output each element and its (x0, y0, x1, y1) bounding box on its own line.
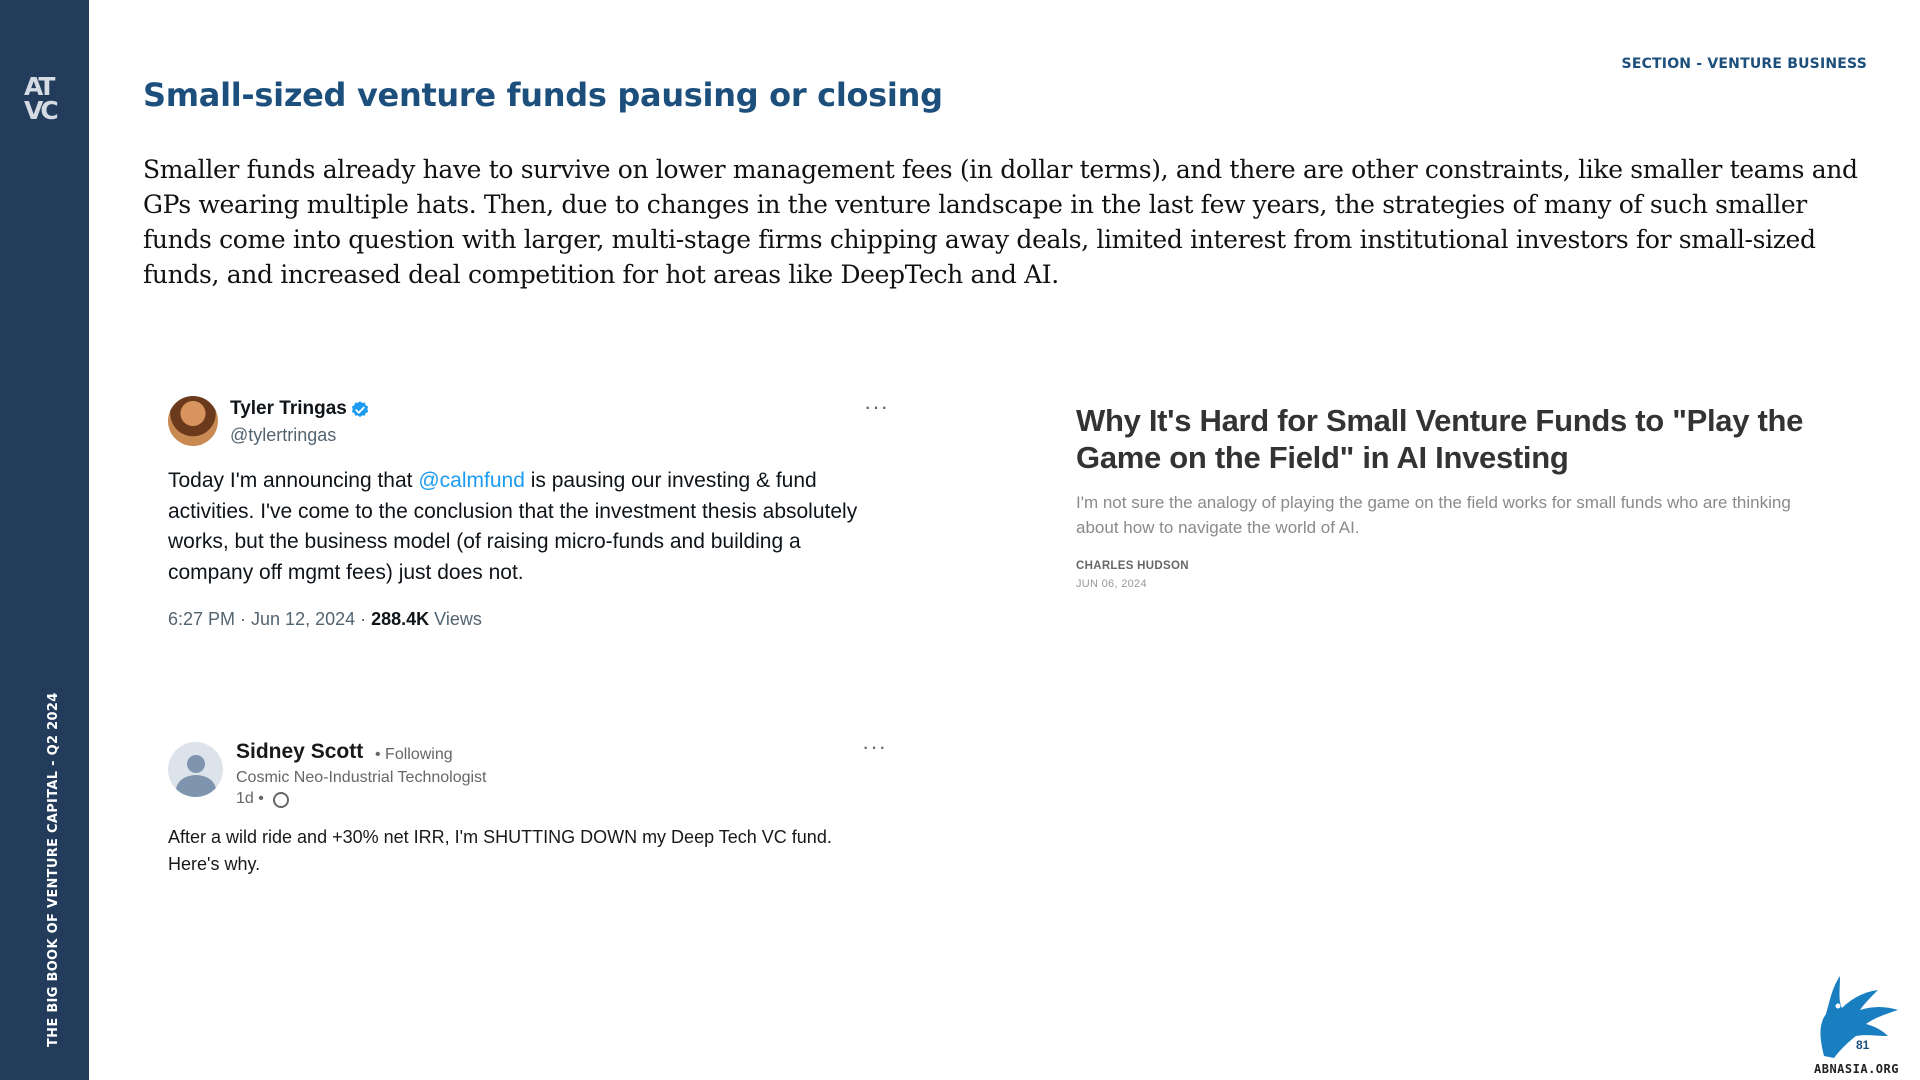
tweet-mention-link[interactable]: @calmfund (418, 469, 525, 492)
tweet-text-before: Today I'm announcing that (168, 469, 419, 492)
article-card: Why It's Hard for Small Venture Funds to… (1076, 402, 1816, 590)
more-options-icon[interactable]: ··· (862, 734, 887, 760)
watermark-text: ABNASIA.ORG (1814, 1062, 1899, 1076)
logo-text-bottom: VC (24, 96, 59, 125)
tweet-timestamp[interactable]: 6:27 PM · Jun 12, 2024 · (168, 609, 371, 629)
post-author-headline: Cosmic Neo-Industrial Technologist (236, 769, 487, 786)
section-label: SECTION - VENTURE BUSINESS (1621, 56, 1867, 72)
linkedin-post-card: Sidney Scott • Following Cosmic Neo-Indu… (168, 734, 898, 886)
post-time: 1d • (236, 790, 264, 807)
tweet-views-count: 288.4K (371, 609, 430, 629)
tweet-views-label: Views (429, 609, 482, 629)
avatar[interactable] (168, 396, 218, 446)
sidebar-vertical-title: THE BIG BOOK OF VENTURE CAPITAL - Q2 202… (46, 692, 61, 1047)
page-number: 81 (1856, 1038, 1870, 1052)
sidebar: AT VC THE BIG BOOK OF VENTURE CAPITAL - … (0, 0, 89, 1080)
article-title[interactable]: Why It's Hard for Small Venture Funds to… (1076, 402, 1816, 476)
atvc-logo: AT VC (22, 74, 62, 130)
globe-icon (273, 792, 289, 808)
post-author-name[interactable]: Sidney Scott (236, 740, 363, 764)
avatar-shoulders-shape (176, 775, 216, 797)
tweet-author-name[interactable]: Tyler Tringas (230, 398, 347, 420)
article-author[interactable]: CHARLES HUDSON (1076, 560, 1816, 572)
verified-badge-icon (351, 401, 369, 418)
avatar-placeholder-icon[interactable] (168, 742, 223, 797)
article-subtitle: I'm not sure the analogy of playing the … (1076, 493, 1791, 537)
tweet-author-handle[interactable]: @tylertringas (230, 425, 336, 446)
tweet-text: Today I'm announcing that @calmfund is p… (168, 466, 888, 588)
intro-paragraph: Smaller funds already have to survive on… (143, 155, 1858, 289)
post-text: After a wild ride and +30% net IRR, I'm … (168, 827, 832, 874)
page-title: Small-sized venture funds pausing or clo… (143, 76, 943, 114)
tweet-meta: 6:27 PM · Jun 12, 2024 · 288.4K Views (168, 609, 482, 630)
watermark-logo: ABNASIA.ORG (1810, 970, 1920, 1078)
more-options-icon[interactable]: ··· (864, 394, 889, 420)
following-status: • Following (375, 746, 453, 763)
article-date: JUN 06, 2024 (1076, 578, 1147, 590)
avatar-head-shape (187, 755, 205, 773)
tweet-card: Tyler Tringas @tylertringas ··· Today I'… (168, 394, 898, 634)
